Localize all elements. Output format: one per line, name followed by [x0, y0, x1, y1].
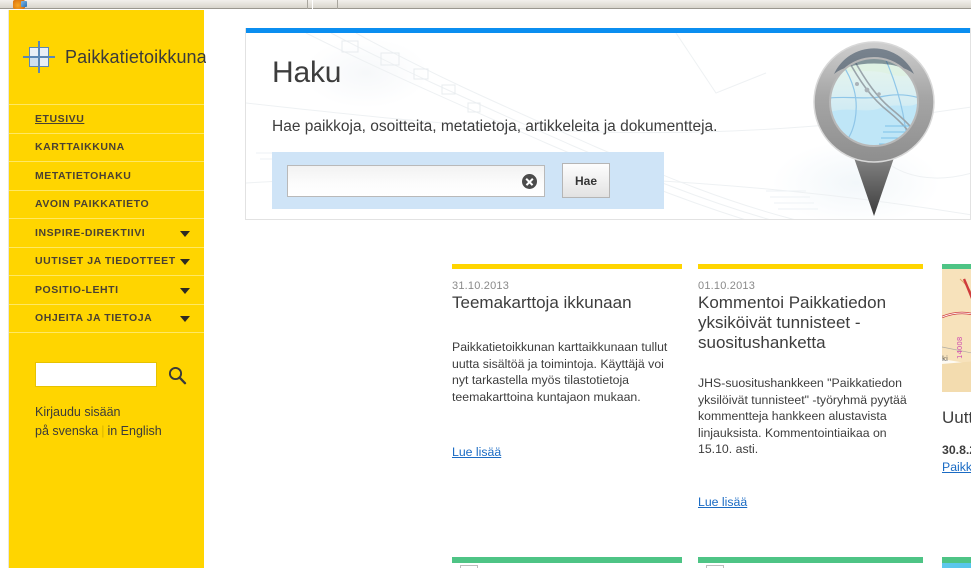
sidebar-search-input[interactable]: [35, 362, 157, 387]
card-title: Teemakarttoja ikkunaan: [452, 293, 632, 312]
english-language-link[interactable]: in English: [107, 424, 161, 438]
card-date: 31.10.2013: [452, 280, 510, 292]
brand-title: Paikkatietoikkuna: [65, 46, 207, 67]
clear-circle-x-icon[interactable]: [522, 174, 537, 189]
sidebar-item-inspire-direktiivi[interactable]: INSPIRE-DIREKTIIVI: [9, 218, 204, 247]
sidebar-item-positio-lehti[interactable]: POSITIO-LEHTI: [9, 275, 204, 304]
chevron-down-icon[interactable]: [180, 230, 190, 237]
read-more-link[interactable]: Lue lisää: [698, 495, 747, 509]
sidebar-item-uutiset-ja-tiedotteet[interactable]: UUTISET JA TIEDOTTEET: [9, 246, 204, 276]
sidebar-item-label: ETUSIVU: [35, 112, 85, 125]
toolbar-separator: [337, 0, 338, 9]
page-title: Haku: [272, 56, 342, 89]
card-accent-bar: [452, 557, 682, 563]
topographic-map-info-balloon-icon[interactable]: 14008 ki i: [942, 264, 971, 392]
sidebar-item-karttaikkuna[interactable]: KARTTAIKKUNA: [9, 132, 204, 162]
svg-text:ki: ki: [942, 355, 948, 363]
sidebar-nav-divider: [9, 332, 204, 340]
news-card[interactable]: [452, 557, 682, 568]
language-separator: |: [101, 424, 105, 438]
swedish-language-link[interactable]: på svenska: [35, 424, 98, 438]
hero-subtitle: Hae paikkoja, osoitteita, metatietoja, a…: [272, 118, 718, 135]
sidebar-item-label: OHJEITA JA TIETOJA: [35, 312, 153, 325]
sidebar-item-label: METATIETOHAKU: [35, 169, 132, 182]
map-pin-magnifier-icon: [789, 40, 959, 219]
card-date: 01.10.2013: [698, 280, 756, 292]
firefox-icon[interactable]: [13, 0, 27, 9]
chevron-down-icon[interactable]: [180, 287, 190, 294]
window-grid-crosshair-icon: [23, 41, 55, 73]
feature-title: Uutta ikkunassa: [942, 408, 971, 427]
feature-card[interactable]: 14008 ki i Uutta ikkunassa 30.8.2013 Osk…: [942, 264, 971, 476]
sidebar-nav: ETUSIVU KARTTAIKKUNA METATIETOHAKU AVOIN…: [9, 104, 204, 340]
news-card[interactable]: 01.10.2013 Kommentoi Paikkatiedon yksikö…: [698, 264, 923, 511]
sidebar: Paikkatietoikkuna ETUSIVU KARTTAIKKUNA M…: [8, 10, 207, 568]
svg-text:14008: 14008: [956, 337, 964, 359]
sidebar-item-label: AVOIN PAIKKATIETO: [35, 198, 150, 211]
sidebar-item-label: INSPIRE-DIREKTIIVI: [35, 226, 146, 239]
news-card[interactable]: 31.10.2013 Teemakarttoja ikkunaan Paikka…: [452, 264, 682, 461]
sidebar-search: [9, 362, 204, 387]
card-title: Kommentoi Paikkatiedon yksiköivät tunnis…: [698, 293, 887, 352]
search-submit-button[interactable]: Hae: [562, 163, 610, 198]
card-image: [942, 563, 971, 568]
card-accent-bar: [698, 557, 923, 563]
sidebar-item-label: POSITIO-LEHTI: [35, 283, 119, 296]
sidebar-item-label: KARTTAIKKUNA: [35, 141, 125, 154]
page-root: Paikkatietoikkuna ETUSIVU KARTTAIKKUNA M…: [0, 10, 971, 568]
toolbar-separator: [312, 0, 313, 9]
card-body: Paikkatietoikkunan karttaikkunaan tullut…: [452, 340, 668, 404]
sidebar-item-ohjeita-ja-tietoja[interactable]: OHJEITA JA TIETOJA: [9, 303, 204, 333]
login-link[interactable]: Kirjaudu sisään: [35, 405, 120, 419]
sidebar-item-metatietohaku[interactable]: METATIETOHAKU: [9, 161, 204, 190]
sidebar-item-label: UUTISET JA TIEDOTTEET: [35, 255, 176, 268]
chevron-down-icon[interactable]: [180, 259, 190, 266]
search-box: Hae: [272, 152, 664, 209]
sidebar-item-avoin-paikkatieto[interactable]: AVOIN PAIKKATIETO: [9, 189, 204, 219]
feature-item-date: 30.8.2013: [942, 443, 971, 458]
sidebar-links: Kirjaudu sisään på svenska | in English: [9, 403, 204, 441]
search-input[interactable]: [288, 166, 516, 196]
feature-item: 30.8.2013 Oskari-karttaliittymän ja Paik…: [942, 442, 971, 476]
sidebar-item-etusivu[interactable]: ETUSIVU: [9, 104, 204, 133]
card-accent-bar: [698, 264, 923, 269]
read-more-link[interactable]: Lue lisää: [452, 445, 501, 459]
search-icon[interactable]: [167, 364, 187, 386]
search-field-wrapper: [287, 165, 545, 197]
news-card[interactable]: [698, 557, 923, 568]
card-body: JHS-suositushankkeen "Paikkatiedon yksil…: [698, 376, 907, 456]
card-accent-bar: [452, 264, 682, 269]
feature-card[interactable]: [942, 557, 971, 568]
main-content: Haku Hae paikkoja, osoitteita, metatieto…: [206, 10, 971, 568]
brand-header[interactable]: Paikkatietoikkuna: [9, 10, 207, 104]
browser-chrome: [0, 0, 971, 9]
search-hero-panel: Haku Hae paikkoja, osoitteita, metatieto…: [245, 28, 971, 220]
toolbar-separator: [307, 0, 308, 9]
chevron-down-icon[interactable]: [180, 316, 190, 323]
